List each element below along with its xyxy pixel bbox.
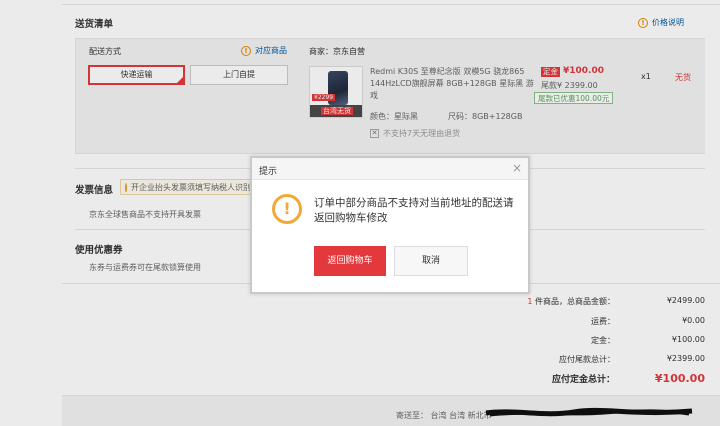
checkout-page: 送货清单 ! 价格说明 配送方式 ! 对应商品 快递运输 上门自提 商家：京东自… (0, 0, 720, 426)
dialog-titlebar: 提示 × (252, 158, 528, 180)
dialog-message: 订单中部分商品不支持对当前地址的配送请返回购物车修改 (314, 197, 514, 224)
dialog-title: 提示 (259, 167, 278, 177)
alert-dialog: 提示 × ! 订单中部分商品不支持对当前地址的配送请返回购物车修改 返回购物车 … (250, 156, 530, 294)
return-to-cart-button[interactable]: 返回购物车 (314, 246, 386, 276)
warning-icon: ! (272, 194, 302, 224)
cancel-button[interactable]: 取消 (394, 246, 468, 276)
close-icon[interactable]: × (512, 162, 522, 174)
